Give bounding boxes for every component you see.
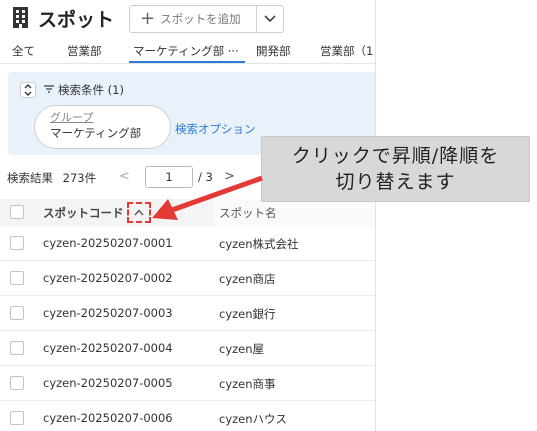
add-spot-label: スポットを追加	[160, 12, 241, 26]
table-row[interactable]: cyzen-20250207-0003 cyzen銀行	[0, 296, 375, 331]
chevron-down-icon	[264, 15, 276, 23]
spot-name: cyzen商店	[219, 272, 276, 286]
table-row[interactable]: cyzen-20250207-0002 cyzen商店	[0, 261, 375, 296]
chip-value: マーケティング部	[50, 126, 142, 140]
tab-all[interactable]: 全て	[12, 43, 35, 59]
spot-code: cyzen-20250207-0004	[43, 341, 173, 355]
spot-code: cyzen-20250207-0003	[43, 306, 173, 320]
add-spot-button[interactable]: + スポットを追加	[129, 5, 257, 33]
row-checkbox[interactable]	[10, 376, 24, 390]
chevron-up-icon	[134, 209, 144, 216]
spot-code: cyzen-20250207-0006	[43, 411, 173, 425]
chevron-up-down-icon	[24, 84, 32, 96]
expand-collapse-toggle[interactable]	[20, 82, 36, 98]
row-checkbox[interactable]	[10, 341, 24, 355]
result-count: 検索結果 273件	[7, 170, 96, 186]
spot-name: cyzenハウス	[219, 412, 288, 426]
page-title: スポット	[38, 9, 115, 31]
group-filter-chip[interactable]: グループ マーケティング部	[34, 105, 171, 149]
search-conditions-label: 検索条件 (1)	[58, 83, 124, 97]
tab-development[interactable]: 開発部	[256, 43, 291, 59]
spot-code: cyzen-20250207-0002	[43, 271, 173, 285]
table-row[interactable]: cyzen-20250207-0001 cyzen株式会社	[0, 226, 375, 261]
building-icon	[13, 7, 28, 28]
annotation-callout: クリックで昇順/降順を 切り替えます	[261, 136, 530, 202]
plus-icon: +	[140, 8, 156, 29]
chip-key: グループ	[50, 111, 94, 124]
row-checkbox[interactable]	[10, 271, 24, 285]
active-tab-indicator	[129, 61, 245, 63]
group-tabs: 全て 営業部 マーケティング部 ··· 開発部 営業部（1	[0, 40, 375, 64]
tab-sales[interactable]: 営業部	[67, 43, 102, 59]
prev-page-button[interactable]: <	[119, 169, 130, 184]
select-all-checkbox[interactable]	[10, 205, 24, 219]
filter-icon	[44, 85, 54, 93]
search-options-link[interactable]: 検索オプション	[175, 121, 256, 137]
row-checkbox[interactable]	[10, 306, 24, 320]
tab-marketing[interactable]: マーケティング部 ···	[133, 43, 239, 59]
spot-name: cyzen屋	[219, 342, 265, 356]
column-header-code[interactable]: スポットコード	[43, 205, 124, 221]
table-row[interactable]: cyzen-20250207-0004 cyzen屋	[0, 331, 375, 366]
annotation-line-1: クリックで昇順/降順を	[291, 145, 500, 167]
annotation-line-2: 切り替えます	[335, 171, 456, 193]
annotation-arrow	[152, 175, 263, 220]
add-spot-dropdown-button[interactable]	[256, 5, 284, 33]
spot-name: cyzen銀行	[219, 307, 276, 321]
results-count: 273件	[62, 171, 97, 185]
spot-name: cyzen株式会社	[219, 237, 299, 251]
table-row[interactable]: cyzen-20250207-0005 cyzen商事	[0, 366, 375, 401]
row-checkbox[interactable]	[10, 236, 24, 250]
spot-name: cyzen商事	[219, 377, 276, 391]
spot-code: cyzen-20250207-0005	[43, 376, 173, 390]
tab-sales-1[interactable]: 営業部（1	[320, 43, 373, 59]
row-checkbox[interactable]	[10, 411, 24, 425]
results-label: 検索結果	[7, 171, 53, 185]
spot-code: cyzen-20250207-0001	[43, 236, 173, 250]
table-row[interactable]: cyzen-20250207-0006 cyzenハウス	[0, 401, 375, 431]
